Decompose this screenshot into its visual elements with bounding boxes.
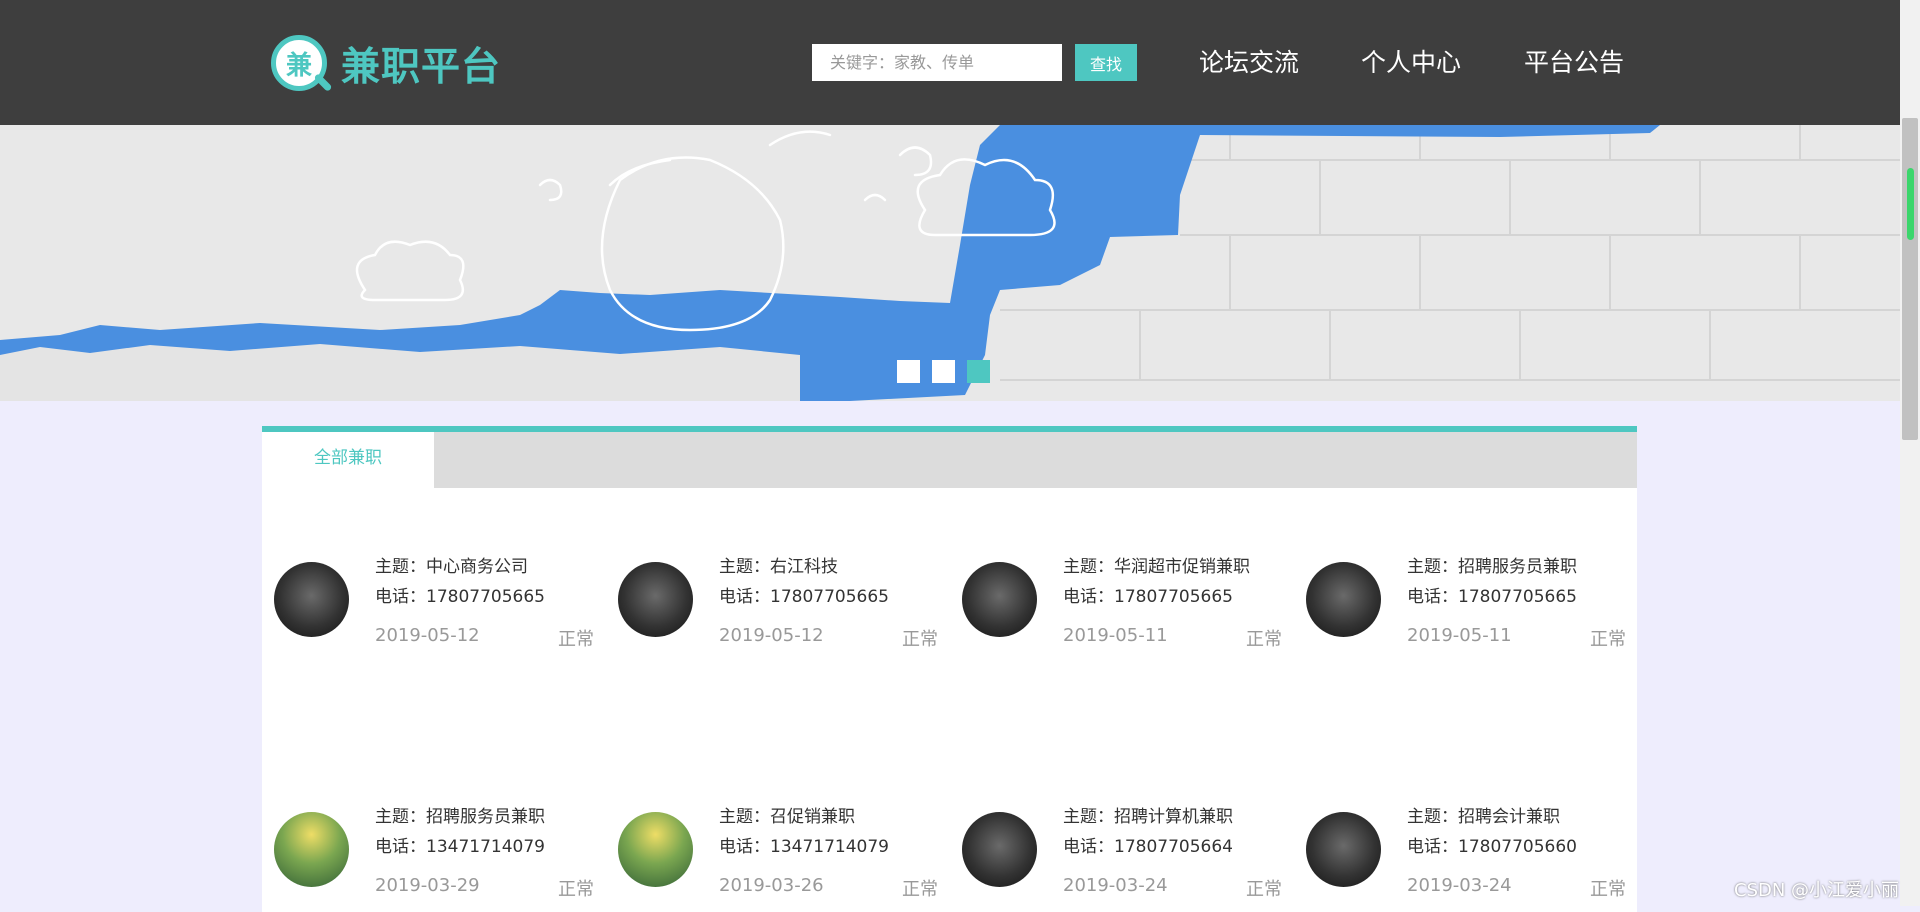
job-status: 正常 (1590, 879, 1626, 900)
carousel-dot-1[interactable] (897, 360, 920, 383)
tab-bar: 全部兼职 (262, 432, 1637, 488)
job-date: 2019-03-24 (1407, 875, 1512, 896)
job-phone: 电话：17807705665 (719, 587, 889, 607)
job-phone: 电话：17807705665 (375, 587, 545, 607)
job-card[interactable]: 主题：中心商务公司 电话：17807705665 2019-05-12 正常 (262, 526, 606, 650)
job-card[interactable]: 主题：招聘计算机兼职 电话：17807705664 2019-03-24 正常 (950, 776, 1294, 900)
carousel-dot-3[interactable] (967, 360, 990, 383)
job-status: 正常 (1246, 879, 1282, 900)
job-card[interactable]: 主题：右江科技 电话：17807705665 2019-05-12 正常 (606, 526, 950, 650)
tab-all-jobs[interactable]: 全部兼职 (262, 432, 434, 488)
job-phone: 电话：13471714079 (719, 837, 889, 857)
job-topic: 主题：招聘服务员兼职 (375, 807, 545, 827)
job-date: 2019-05-11 (1407, 625, 1512, 646)
magnifier-logo-icon: 兼 (269, 33, 333, 95)
search-input[interactable] (812, 44, 1062, 81)
warrior-avatar (618, 562, 693, 637)
job-card[interactable]: 主题：招聘服务员兼职 电话：17807705665 2019-05-11 正常 (1294, 526, 1638, 650)
job-status: 正常 (558, 629, 594, 650)
warrior-avatar (962, 562, 1037, 637)
job-date: 2019-05-12 (375, 625, 480, 646)
warrior-avatar (1306, 562, 1381, 637)
job-date: 2019-03-29 (375, 875, 480, 896)
scroll-indicator (1907, 168, 1914, 240)
site-logo[interactable]: 兼 兼职平台 (269, 33, 501, 95)
job-card[interactable]: 主题：招聘会计兼职 电话：17807705660 2019-03-24 正常 (1294, 776, 1638, 900)
nav-profile[interactable]: 个人中心 (1361, 44, 1461, 81)
job-topic: 主题：招聘服务员兼职 (1407, 557, 1577, 577)
job-topic: 主题：召促销兼职 (719, 807, 855, 827)
job-date: 2019-03-24 (1063, 875, 1168, 896)
warrior-avatar (274, 562, 349, 637)
job-list-panel: 全部兼职 主题：中心商务公司 电话：17807705665 2019-05-12… (262, 426, 1637, 912)
scrollbar-thumb[interactable] (1902, 118, 1918, 440)
nav-announcement[interactable]: 平台公告 (1524, 44, 1624, 81)
job-status: 正常 (1246, 629, 1282, 650)
job-phone: 电话：17807705665 (1407, 587, 1577, 607)
job-status: 正常 (902, 879, 938, 900)
job-topic: 主题：招聘计算机兼职 (1063, 807, 1233, 827)
job-phone: 电话：17807705665 (1063, 587, 1233, 607)
job-topic: 主题：中心商务公司 (375, 557, 528, 577)
job-phone: 电话：17807705664 (1063, 837, 1233, 857)
job-card[interactable]: 主题：招聘服务员兼职 电话：13471714079 2019-03-29 正常 (262, 776, 606, 900)
job-date: 2019-05-12 (719, 625, 824, 646)
job-date: 2019-03-26 (719, 875, 824, 896)
job-status: 正常 (902, 629, 938, 650)
nav-forum[interactable]: 论坛交流 (1199, 44, 1299, 81)
warrior-avatar (1306, 812, 1381, 887)
logo-text: 兼职平台 (341, 45, 502, 90)
kids-avatar (274, 812, 349, 887)
logo-glyph: 兼 (285, 50, 312, 81)
job-card[interactable]: 主题：华润超市促销兼职 电话：17807705665 2019-05-11 正常 (950, 526, 1294, 650)
csdn-watermark: CSDN @小江爱小丽 (1734, 880, 1900, 901)
job-phone: 电话：17807705660 (1407, 837, 1577, 857)
search-button[interactable]: 查找 (1075, 44, 1137, 81)
top-header: 兼 兼职平台 查找 论坛交流 个人中心 平台公告 (0, 0, 1900, 125)
job-topic: 主题：右江科技 (719, 557, 838, 577)
job-phone: 电话：13471714079 (375, 837, 545, 857)
carousel-dot-2[interactable] (932, 360, 955, 383)
job-topic: 主题：华润超市促销兼职 (1063, 557, 1250, 577)
kids-avatar (618, 812, 693, 887)
job-topic: 主题：招聘会计兼职 (1407, 807, 1560, 827)
job-status: 正常 (558, 879, 594, 900)
job-status: 正常 (1590, 629, 1626, 650)
job-card[interactable]: 主题：召促销兼职 电话：13471714079 2019-03-26 正常 (606, 776, 950, 900)
warrior-avatar (962, 812, 1037, 887)
job-date: 2019-05-11 (1063, 625, 1168, 646)
